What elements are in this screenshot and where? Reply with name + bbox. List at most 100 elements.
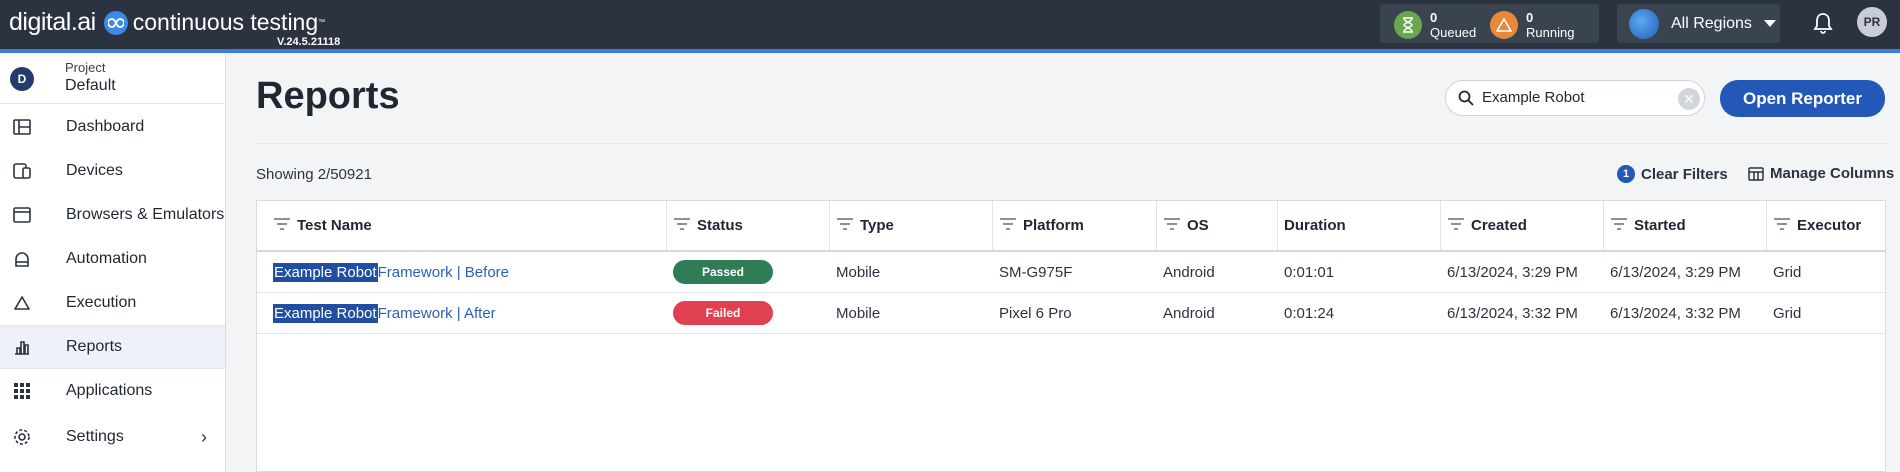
page-title: Reports	[256, 75, 400, 117]
column-label: Duration	[1284, 217, 1346, 234]
filter-count-badge: 1	[1617, 165, 1635, 183]
project-selector[interactable]: D Project Default	[0, 53, 225, 104]
sidebar-item-label: Devices	[66, 162, 123, 179]
column-label: Created	[1471, 217, 1527, 234]
reports-icon	[13, 338, 31, 356]
filter-icon[interactable]	[999, 217, 1017, 235]
status-cell: Passed	[673, 252, 773, 292]
sidebar-item-label: Execution	[66, 294, 137, 311]
header-accent-bar	[0, 49, 1900, 53]
infinity-logo-icon	[103, 10, 128, 35]
filter-icon[interactable]	[836, 217, 854, 235]
status-cell: Failed	[673, 293, 773, 333]
started-cell: 6/13/2024, 3:32 PM	[1610, 304, 1741, 322]
clear-filters-button[interactable]: 1 Clear Filters	[1617, 165, 1728, 183]
search-input[interactable]	[1482, 89, 1672, 106]
user-avatar[interactable]: PR	[1857, 7, 1887, 37]
type-cell: Mobile	[836, 263, 881, 281]
sidebar-item-execution[interactable]: Execution	[0, 281, 225, 325]
project-label: Project	[65, 60, 106, 75]
sidebar-item-reports[interactable]: Reports	[0, 325, 225, 369]
filter-icon[interactable]	[1610, 217, 1628, 235]
automation-icon	[13, 250, 31, 268]
sidebar-item-applications[interactable]: Applications	[0, 369, 225, 413]
results-count: Showing 2/50921	[256, 166, 372, 183]
region-selector[interactable]: All Regions	[1617, 4, 1780, 43]
test-name-cell[interactable]: Example Robot Framework | Before	[273, 252, 509, 292]
sidebar-item-label: Reports	[66, 338, 123, 355]
queued-count: 0	[1430, 10, 1438, 25]
project-avatar: D	[10, 67, 34, 91]
bell-icon[interactable]	[1813, 12, 1833, 39]
reports-table: Test Name Status Type Platform OS Durati…	[256, 200, 1886, 472]
column-header-type[interactable]: Type	[830, 201, 993, 250]
warning-icon	[1490, 11, 1518, 39]
table-row[interactable]: Example Robot Framework | After Failed M…	[257, 293, 1885, 334]
column-header-duration[interactable]: Duration	[1278, 201, 1441, 250]
sidebar-item-label: Applications	[66, 382, 153, 399]
filter-icon[interactable]	[1773, 217, 1791, 235]
dashboard-icon	[13, 118, 31, 136]
running-count: 0	[1526, 10, 1534, 25]
status-badge: Passed	[673, 260, 773, 284]
clear-filters-label: Clear Filters	[1641, 165, 1728, 183]
top-bar: digital.ai continuous testing ™ V.24.5.2…	[0, 0, 1900, 49]
applications-icon	[13, 382, 31, 400]
hourglass-icon	[1394, 11, 1422, 39]
column-header-test-name[interactable]: Test Name	[257, 201, 667, 250]
platform-cell: Pixel 6 Pro	[999, 304, 1072, 322]
search-match-highlight: Example Robot	[273, 303, 378, 323]
settings-icon	[13, 428, 31, 446]
project-name: Default	[65, 77, 116, 94]
sidebar-item-settings[interactable]: Settings ›	[0, 415, 225, 459]
started-cell: 6/13/2024, 3:29 PM	[1610, 263, 1741, 281]
platform-cell: SM-G975F	[999, 263, 1073, 281]
column-label: OS	[1187, 217, 1209, 234]
caret-down-icon	[1763, 20, 1776, 27]
version-label: V.24.5.21118	[277, 36, 341, 48]
column-label: Status	[697, 217, 743, 234]
column-header-executor[interactable]: Executor	[1767, 201, 1885, 250]
columns-icon	[1748, 166, 1764, 181]
test-name-link[interactable]: Framework | After	[378, 305, 496, 322]
filter-icon[interactable]	[1447, 217, 1465, 235]
search-match-highlight: Example Robot	[273, 262, 378, 282]
sidebar-item-label: Dashboard	[66, 118, 145, 135]
test-name-cell[interactable]: Example Robot Framework | After	[273, 293, 496, 333]
filter-icon[interactable]	[673, 217, 691, 235]
sidebar: D Project Default Dashboard Devices Brow…	[0, 53, 226, 472]
column-label: Started	[1634, 217, 1686, 234]
search-box[interactable]: ✕	[1445, 80, 1705, 116]
queued-indicator[interactable]: 0 Queued	[1394, 10, 1476, 40]
open-reporter-button[interactable]: Open Reporter	[1720, 80, 1885, 117]
type-cell: Mobile	[836, 304, 881, 322]
queue-status[interactable]: 0 Queued 0 Running	[1380, 4, 1599, 43]
sidebar-item-browsers[interactable]: Browsers & Emulators	[0, 193, 225, 237]
duration-cell: 0:01:01	[1284, 263, 1335, 281]
manage-columns-button[interactable]: Manage Columns	[1748, 165, 1894, 182]
test-name-link[interactable]: Framework | Before	[378, 264, 509, 281]
table-row[interactable]: Example Robot Framework | Before Passed …	[257, 252, 1885, 293]
column-label: Type	[860, 217, 894, 234]
column-header-os[interactable]: OS	[1157, 201, 1278, 250]
manage-columns-label: Manage Columns	[1770, 165, 1895, 182]
running-indicator[interactable]: 0 Running	[1490, 10, 1574, 40]
column-header-started[interactable]: Started	[1604, 201, 1767, 250]
table-header: Test Name Status Type Platform OS Durati…	[257, 201, 1885, 252]
column-header-status[interactable]: Status	[667, 201, 830, 250]
column-label: Platform	[1023, 217, 1084, 234]
duration-cell: 0:01:24	[1284, 304, 1335, 322]
search-icon	[1458, 90, 1474, 111]
sidebar-item-devices[interactable]: Devices	[0, 149, 225, 193]
filter-icon[interactable]	[1163, 217, 1181, 235]
brand-logo[interactable]: digital.ai continuous testing ™	[9, 8, 325, 37]
globe-icon	[1629, 8, 1659, 39]
filter-icon[interactable]	[273, 217, 291, 235]
sidebar-item-dashboard[interactable]: Dashboard	[0, 105, 225, 149]
sidebar-item-automation[interactable]: Automation	[0, 237, 225, 281]
column-header-created[interactable]: Created	[1441, 201, 1604, 250]
os-cell: Android	[1163, 263, 1215, 281]
column-header-platform[interactable]: Platform	[993, 201, 1157, 250]
clear-search-icon[interactable]: ✕	[1678, 88, 1700, 110]
column-label: Test Name	[297, 217, 372, 234]
